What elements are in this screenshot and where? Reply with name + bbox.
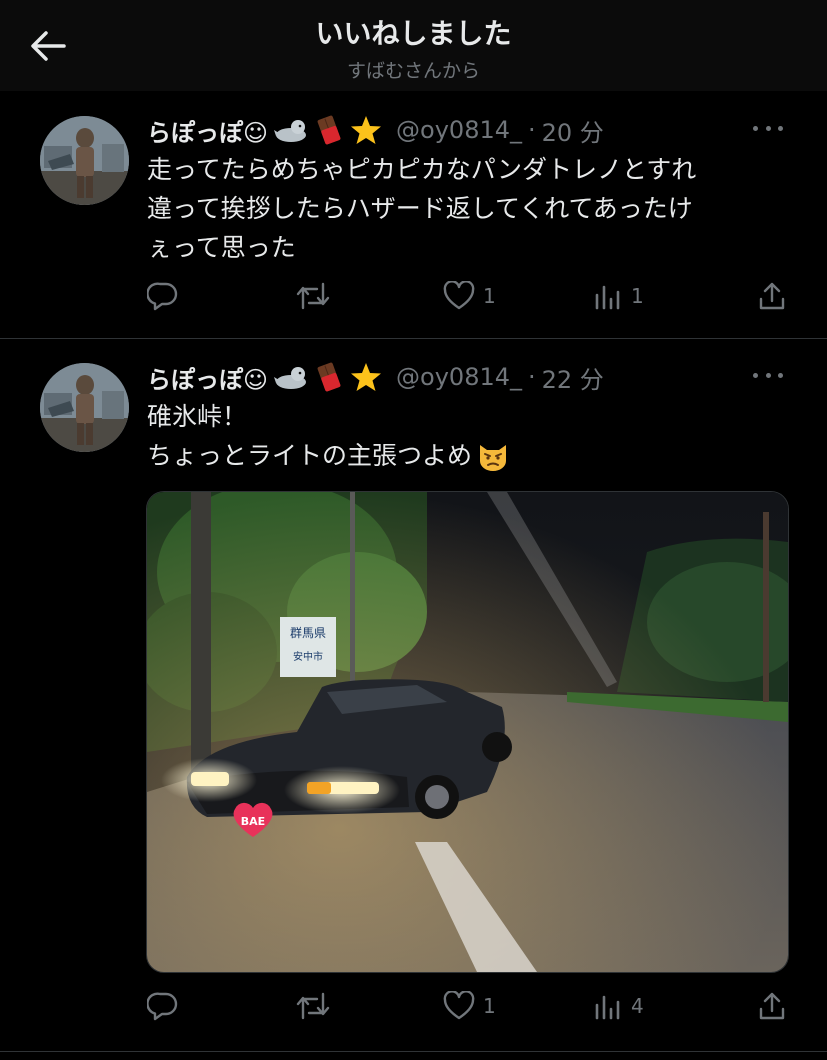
views-icon xyxy=(595,285,620,310)
top-header: いいねしました すばむさんから xyxy=(0,0,827,91)
avatar[interactable] xyxy=(40,116,129,205)
separator-dot: · xyxy=(528,363,536,391)
more-button[interactable] xyxy=(753,118,783,138)
tweet-1[interactable]: らぽっぽ☺ @oy0814_ · 20 分 走ってたらめちゃピカピカなパンダトレ… xyxy=(0,92,827,339)
share-icon xyxy=(759,992,785,1020)
tweet-time[interactable]: 22 分 xyxy=(542,360,604,395)
tweet-text-line: ちょっとライトの主張つよめ xyxy=(147,441,473,470)
like-button[interactable]: 1 xyxy=(443,278,496,314)
retweet-icon xyxy=(296,282,330,310)
tweet-text: 碓氷峠！ ちょっとライトの主張つよめ xyxy=(147,397,787,475)
road-sign-city: 安中市 xyxy=(293,650,323,663)
share-button[interactable] xyxy=(757,278,787,314)
star-emoji xyxy=(350,114,382,146)
reply-icon xyxy=(147,992,178,1021)
tweet-text-line-with-emoji: ちょっとライトの主張つよめ xyxy=(147,436,787,475)
chocolate-emoji xyxy=(314,115,344,145)
tweet-actions: 1 4 xyxy=(147,988,787,1024)
views-icon xyxy=(595,995,620,1020)
more-icon xyxy=(753,125,758,131)
tweet-meta: らぽっぽ☺ @oy0814_ · 20 分 xyxy=(147,112,767,148)
reply-button[interactable] xyxy=(147,278,179,314)
tweet-text-line: 走ってたらめちゃピカピカなパンダトレノとすれ xyxy=(147,155,697,184)
tweet-text: 走ってたらめちゃピカピカなパンダトレノとすれ 違って挨拶したらハザード返してくれ… xyxy=(147,150,787,267)
author-handle[interactable]: @oy0814_ xyxy=(396,116,522,144)
like-icon xyxy=(443,281,475,310)
separator-dot: · xyxy=(528,116,536,144)
view-count: 4 xyxy=(631,994,644,1018)
tweet-photo[interactable]: 群馬県 安中市 BAE xyxy=(146,491,789,973)
reply-button[interactable] xyxy=(147,988,179,1024)
page-subtitle: すばむさんから xyxy=(346,60,480,82)
tweet-text-line: ぇって思った xyxy=(147,233,296,262)
like-icon xyxy=(443,991,475,1020)
seal-emoji xyxy=(274,363,308,391)
star-emoji xyxy=(350,361,382,393)
road-sign-prefecture: 群馬県 xyxy=(290,626,326,640)
like-button[interactable]: 1 xyxy=(443,988,496,1024)
avatar[interactable] xyxy=(40,363,129,452)
page-title: いいねしました xyxy=(315,17,512,50)
plate-label: BAE xyxy=(241,815,265,828)
author-name[interactable]: らぽっぽ☺ xyxy=(147,113,268,148)
tweet-meta: らぽっぽ☺ @oy0814_ · 22 分 xyxy=(147,359,767,395)
retweet-icon xyxy=(296,992,330,1020)
tweet-text-line: 違って挨拶したらハザード返してくれてあったけ xyxy=(147,194,693,223)
tweet-text-line: 碓氷峠！ xyxy=(147,402,248,431)
tweet-time[interactable]: 20 分 xyxy=(542,113,604,148)
retweet-button[interactable] xyxy=(295,278,331,314)
like-count: 1 xyxy=(483,994,496,1018)
like-count: 1 xyxy=(483,284,496,308)
view-count: 1 xyxy=(631,284,644,308)
share-icon xyxy=(759,282,785,310)
tweet-2[interactable]: らぽっぽ☺ @oy0814_ · 22 分 碓氷峠！ ちょっとライトの主張つよめ xyxy=(0,339,827,1052)
retweet-button[interactable] xyxy=(295,988,331,1024)
author-name[interactable]: らぽっぽ☺ xyxy=(147,360,268,395)
author-handle[interactable]: @oy0814_ xyxy=(396,363,522,391)
more-button[interactable] xyxy=(753,365,783,385)
chocolate-emoji xyxy=(314,362,344,392)
seal-emoji xyxy=(274,116,308,144)
share-button[interactable] xyxy=(757,988,787,1024)
more-icon xyxy=(753,372,758,378)
reply-icon xyxy=(147,282,178,311)
angry-cat-emoji xyxy=(480,444,507,471)
views-button[interactable]: 4 xyxy=(593,988,644,1024)
views-button[interactable]: 1 xyxy=(593,278,644,314)
tweet-actions: 1 1 xyxy=(147,278,787,314)
